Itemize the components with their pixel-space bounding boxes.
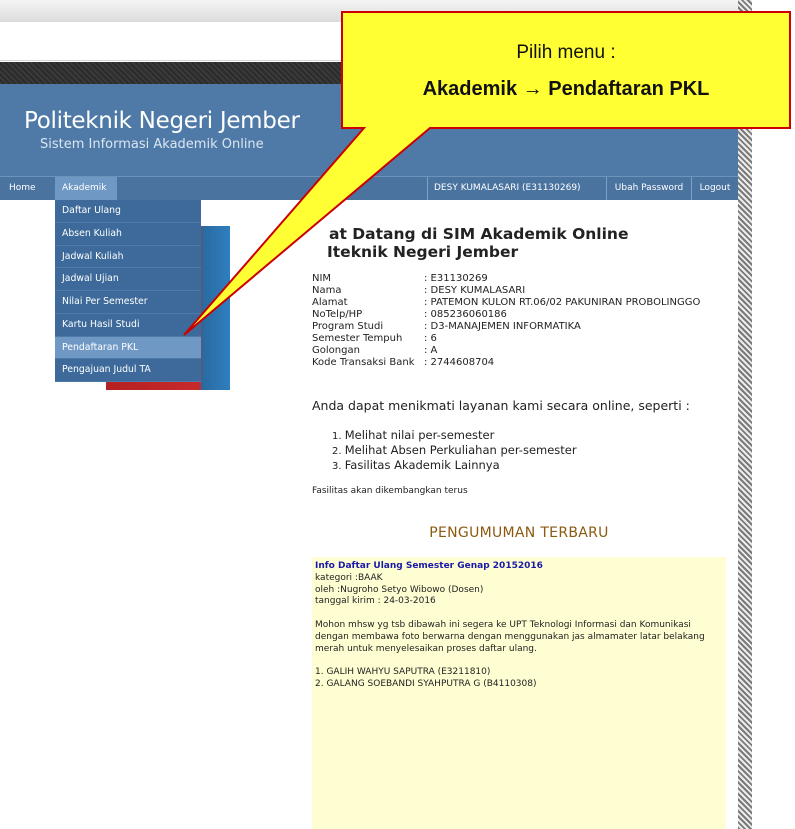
- arrow-right-icon: →: [522, 78, 543, 100]
- callout-menu-akademik: Akademik: [422, 78, 518, 100]
- callout-text: Pilih menu : Akademik → Pendaftaran PKL: [342, 12, 790, 101]
- callout-overlay: [183, 11, 791, 336]
- callout-line-1: Pilih menu :: [516, 42, 616, 63]
- callout-menu-pkl: Pendaftaran PKL: [548, 78, 710, 100]
- callout-line-2: Akademik → Pendaftaran PKL: [342, 78, 790, 101]
